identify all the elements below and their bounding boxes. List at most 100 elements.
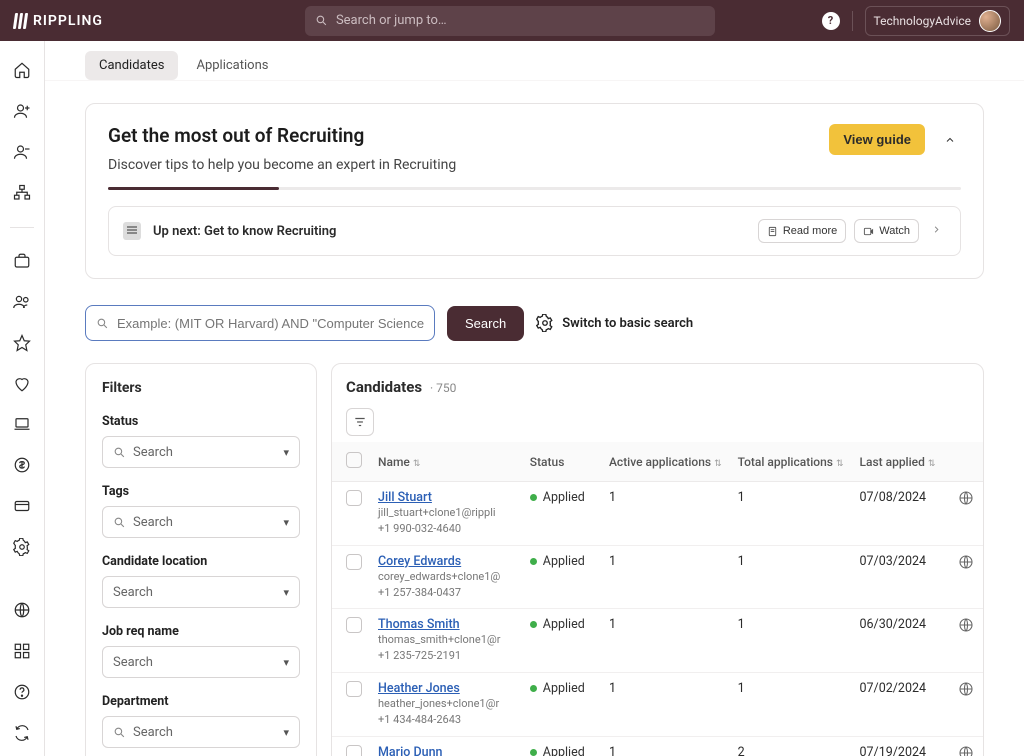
- gear-icon[interactable]: [12, 538, 32, 557]
- table-row: Mario Dunnmario_dunn+clone1@ripp+1 987-0…: [332, 736, 983, 756]
- row-checkbox[interactable]: [346, 745, 362, 756]
- filter-location-label: Candidate location: [102, 554, 300, 569]
- help-icon[interactable]: ?: [822, 12, 840, 30]
- status-cell: Applied: [530, 490, 593, 505]
- document-icon: [123, 222, 141, 240]
- view-guide-label: View guide: [843, 132, 911, 147]
- last-applied-cell: 07/03/2024: [852, 545, 950, 609]
- dollar-icon[interactable]: [12, 456, 32, 475]
- filter-tags-field[interactable]: Search ▾: [102, 506, 300, 538]
- org-switcher[interactable]: TechnologyAdvice: [865, 6, 1010, 36]
- page-tabs: Candidates Applications: [45, 41, 1024, 81]
- search-button[interactable]: Search: [447, 306, 524, 341]
- candidate-search-field[interactable]: [117, 316, 424, 331]
- heart-icon[interactable]: [12, 374, 32, 393]
- candidate-email: corey_edwards+clone1@: [378, 570, 514, 585]
- total-apps-cell: 1: [730, 482, 852, 546]
- table-filter-button[interactable]: [346, 408, 374, 436]
- filter-department-label: Department: [102, 694, 300, 709]
- watch-button[interactable]: Watch: [854, 219, 919, 243]
- filters-panel: Filters Status Search ▾ Tags Search ▾ Ca…: [85, 363, 317, 756]
- globe-nav-icon[interactable]: [12, 601, 32, 620]
- candidate-name-link[interactable]: Corey Edwards: [378, 554, 461, 569]
- filter-placeholder: Search: [113, 585, 153, 600]
- person-remove-icon[interactable]: [12, 143, 32, 162]
- read-more-button[interactable]: Read more: [758, 219, 846, 243]
- col-status-header[interactable]: Status: [522, 442, 601, 482]
- apps-icon[interactable]: [12, 641, 32, 660]
- collapse-guide-button[interactable]: [939, 129, 961, 151]
- filter-jobreq-field[interactable]: Search ▾: [102, 646, 300, 678]
- filter-placeholder: Search: [113, 655, 153, 670]
- help-nav-icon[interactable]: [12, 682, 32, 701]
- tab-candidates[interactable]: Candidates: [85, 51, 178, 80]
- switch-search-label: Switch to basic search: [562, 316, 693, 331]
- globe-icon[interactable]: [958, 490, 974, 506]
- laptop-icon[interactable]: [12, 415, 32, 434]
- candidate-name-link[interactable]: Thomas Smith: [378, 617, 460, 632]
- candidate-name-link[interactable]: Jill Stuart: [378, 490, 432, 505]
- col-total-header[interactable]: Total applications⇅: [730, 442, 852, 482]
- row-checkbox[interactable]: [346, 554, 362, 570]
- sort-icon: ⇅: [413, 459, 421, 469]
- candidate-name-link[interactable]: Heather Jones: [378, 681, 460, 696]
- globe-icon[interactable]: [958, 745, 974, 756]
- filter-location-field[interactable]: Search ▾: [102, 576, 300, 608]
- candidate-name-link[interactable]: Mario Dunn: [378, 745, 443, 756]
- people-icon[interactable]: [12, 292, 32, 311]
- guide-title: Get the most out of Recruiting: [108, 124, 456, 147]
- logo-mark: [14, 13, 27, 29]
- globe-icon[interactable]: [958, 681, 974, 697]
- candidate-search-input[interactable]: [85, 305, 435, 341]
- filter-department-field[interactable]: Search ▾: [102, 716, 300, 748]
- active-apps-cell: 1: [601, 545, 730, 609]
- tab-applications[interactable]: Applications: [182, 51, 282, 80]
- table-row: Thomas Smiththomas_smith+clone1@r+1 235-…: [332, 609, 983, 673]
- globe-icon[interactable]: [958, 617, 974, 633]
- chevron-down-icon: ▾: [283, 726, 289, 739]
- filter-placeholder: Search: [133, 725, 173, 740]
- table-row: Jill Stuartjill_stuart+clone1@rippli+1 9…: [332, 482, 983, 546]
- upnext-row: Up next: Get to know Recruiting Read mor…: [108, 206, 961, 256]
- orgchart-icon[interactable]: [12, 184, 32, 203]
- home-icon[interactable]: [12, 61, 32, 80]
- last-applied-cell: 07/19/2024: [852, 736, 950, 756]
- status-cell: Applied: [530, 681, 593, 696]
- upnext-next-button[interactable]: [927, 224, 946, 239]
- active-apps-cell: 1: [601, 609, 730, 673]
- global-search-placeholder: Search or jump to…: [336, 13, 447, 28]
- col-last-header[interactable]: Last applied⇅: [852, 442, 950, 482]
- star-icon[interactable]: [12, 333, 32, 352]
- guide-subtitle: Discover tips to help you become an expe…: [108, 157, 456, 173]
- row-checkbox[interactable]: [346, 681, 362, 697]
- status-text: Applied: [543, 617, 585, 632]
- person-add-icon[interactable]: [12, 102, 32, 121]
- col-name-header[interactable]: Name⇅: [370, 442, 522, 482]
- filter-jobreq-label: Job req name: [102, 624, 300, 639]
- global-search[interactable]: Search or jump to…: [305, 6, 715, 36]
- select-all-checkbox[interactable]: [346, 452, 362, 468]
- view-guide-button[interactable]: View guide: [829, 124, 925, 155]
- divider: [852, 11, 853, 31]
- col-active-header[interactable]: Active applications⇅: [601, 442, 730, 482]
- switch-search-mode[interactable]: Switch to basic search: [536, 314, 693, 332]
- sync-icon[interactable]: [12, 723, 32, 742]
- globe-icon[interactable]: [958, 554, 974, 570]
- upnext-text: Up next: Get to know Recruiting: [153, 224, 336, 239]
- search-icon: [315, 14, 328, 27]
- active-apps-cell: 1: [601, 673, 730, 737]
- table-row: Heather Jonesheather_jones+clone1@r+1 43…: [332, 673, 983, 737]
- row-checkbox[interactable]: [346, 490, 362, 506]
- last-applied-cell: 07/08/2024: [852, 482, 950, 546]
- filter-status-field[interactable]: Search ▾: [102, 436, 300, 468]
- brand-logo[interactable]: RIPPLING: [14, 13, 103, 29]
- card-icon[interactable]: [12, 497, 32, 516]
- table-count: · 750: [430, 381, 456, 395]
- row-checkbox[interactable]: [346, 617, 362, 633]
- total-apps-cell: 1: [730, 609, 852, 673]
- briefcase-icon[interactable]: [12, 252, 32, 271]
- filter-placeholder: Search: [133, 445, 173, 460]
- search-icon: [96, 317, 109, 330]
- filter-tags-label: Tags: [102, 484, 300, 499]
- sort-icon: ⇅: [836, 459, 844, 469]
